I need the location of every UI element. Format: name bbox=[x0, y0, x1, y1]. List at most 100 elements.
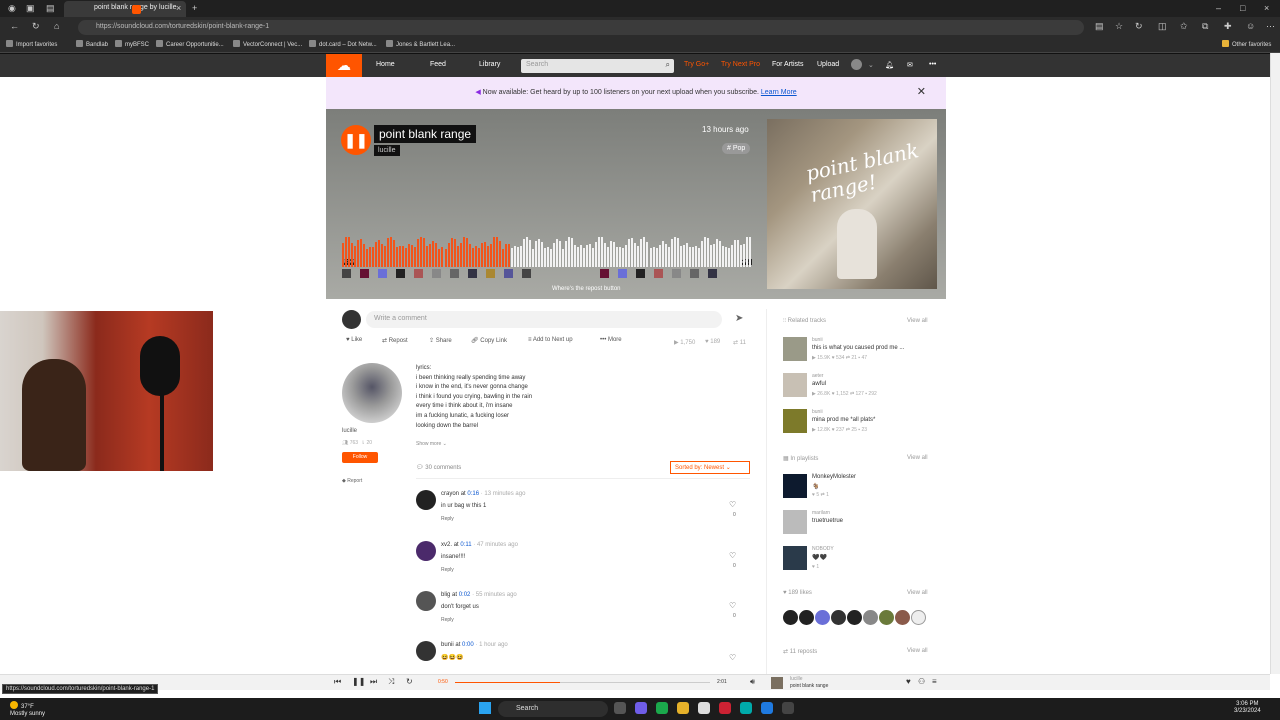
user-avatar[interactable] bbox=[851, 59, 862, 70]
artist-avatar[interactable] bbox=[342, 363, 402, 423]
commenter-name[interactable]: blig bbox=[441, 592, 450, 598]
volume-icon[interactable]: 🔊︎ bbox=[750, 677, 755, 687]
likes-view-all-link[interactable]: View all bbox=[907, 590, 928, 596]
soundcloud-logo-icon[interactable]: ☁ bbox=[326, 54, 362, 77]
report-link[interactable]: ◆ Report bbox=[342, 478, 362, 484]
shuffle-icon[interactable]: ⤨ bbox=[388, 677, 394, 687]
waveform-commenter-avatar[interactable] bbox=[414, 269, 423, 278]
liker-avatar[interactable] bbox=[815, 610, 830, 625]
next-icon[interactable]: ⏭︎ bbox=[370, 677, 377, 687]
nav-upload[interactable]: Upload bbox=[817, 61, 839, 68]
pause-button[interactable]: ❚❚ bbox=[341, 125, 371, 155]
liker-avatar[interactable] bbox=[911, 610, 926, 625]
bookmark-bandlab[interactable]: Bandlab bbox=[76, 40, 108, 48]
liker-avatar[interactable] bbox=[783, 610, 798, 625]
weather-widget[interactable]: 37°F Mostly sunny bbox=[10, 701, 45, 718]
maximize-icon[interactable]: □ bbox=[1240, 3, 1245, 13]
active-tab[interactable]: point blank range by lucille bbox=[64, 1, 186, 17]
related-view-all-link[interactable]: View all bbox=[907, 318, 928, 324]
taskbar-clock[interactable]: 3:06 PM 3/23/2024 bbox=[1234, 701, 1261, 715]
split-screen-icon[interactable]: ◫ bbox=[1158, 21, 1167, 32]
profile-avatar-icon[interactable]: ☺ bbox=[1246, 21, 1255, 31]
waveform-commenter-avatar[interactable] bbox=[522, 269, 531, 278]
back-icon[interactable]: ← bbox=[10, 21, 19, 31]
commenter-avatar[interactable] bbox=[416, 490, 436, 510]
liker-avatar[interactable] bbox=[895, 610, 910, 625]
chrome-icon[interactable] bbox=[656, 702, 668, 714]
read-aloud-icon[interactable]: ▤ bbox=[1095, 21, 1104, 32]
related-track-item[interactable]: aeter awful ▶ 26.8K ♥ 1,152 ⇄ 127 ▪ 292 bbox=[783, 373, 943, 401]
comment-like-icon[interactable]: ♡ bbox=[729, 653, 736, 662]
commenter-avatar[interactable] bbox=[416, 641, 436, 661]
waveform-commenter-avatar[interactable] bbox=[468, 269, 477, 278]
playlists-view-all-link[interactable]: View all bbox=[907, 455, 928, 461]
waveform-commenter-avatar[interactable] bbox=[432, 269, 441, 278]
nav-library[interactable]: Library bbox=[479, 61, 500, 68]
player-title[interactable]: point blank range bbox=[790, 683, 828, 689]
new-tab-icon[interactable]: + bbox=[192, 3, 197, 13]
profile-icon[interactable]: ◉ bbox=[8, 3, 16, 14]
comment-like-icon[interactable]: ♡ bbox=[729, 551, 736, 560]
messages-icon[interactable]: ✉ bbox=[907, 61, 913, 69]
related-track-item[interactable]: bunii this is what you caused prod me ..… bbox=[783, 337, 943, 365]
add-to-next-up-button[interactable]: ≡ Add to Next up bbox=[528, 337, 573, 343]
close-banner-icon[interactable]: ✕ bbox=[917, 85, 926, 98]
comment-like-icon[interactable]: ♡ bbox=[729, 500, 736, 509]
favorite-star-icon[interactable]: ☆ bbox=[1115, 21, 1123, 32]
pause-icon[interactable]: ❚❚ bbox=[352, 677, 365, 686]
tab-actions-icon[interactable]: ▤ bbox=[46, 3, 55, 14]
bookmark-jones[interactable]: Jones & Bartlett Lea... bbox=[386, 40, 455, 48]
nav-feed[interactable]: Feed bbox=[430, 61, 446, 68]
waveform-commenter-avatar[interactable] bbox=[342, 269, 351, 278]
commenter-avatar[interactable] bbox=[416, 541, 436, 561]
app-icon-3[interactable] bbox=[782, 702, 794, 714]
comment-timestamp[interactable]: 0:11 bbox=[460, 542, 471, 548]
bookmark-dotcard[interactable]: dot.card – Dot Netw... bbox=[309, 40, 377, 48]
repeat-icon[interactable]: ↻ bbox=[406, 677, 413, 686]
commenter-name[interactable]: xv2. bbox=[441, 542, 452, 548]
edge-icon[interactable] bbox=[761, 702, 773, 714]
reply-link[interactable]: Reply bbox=[441, 567, 454, 573]
copy-link-button[interactable]: 🔗︎ Copy Link bbox=[471, 337, 507, 344]
nav-for-artists[interactable]: For Artists bbox=[772, 61, 804, 68]
comment-input[interactable]: Write a comment bbox=[366, 311, 722, 328]
commenter-name[interactable]: crayon bbox=[441, 491, 459, 497]
comments-sort-select[interactable]: Sorted by: Newest ⌄ bbox=[670, 461, 750, 474]
search-input[interactable]: Search ⌕ bbox=[521, 59, 674, 73]
playlist-item[interactable]: marilarn truetruetrue bbox=[783, 510, 943, 538]
share-button[interactable]: ⇪ Share bbox=[429, 337, 452, 344]
commenter-name[interactable]: bunii bbox=[441, 642, 454, 648]
send-comment-icon[interactable]: ➤ bbox=[735, 313, 743, 324]
search-icon[interactable]: ⌕ bbox=[666, 60, 670, 70]
related-track-item[interactable]: bunii mina prod me *all plats* ▶ 12.8K ♥… bbox=[783, 409, 943, 437]
follow-button[interactable]: Follow bbox=[342, 452, 378, 463]
reply-link[interactable]: Reply bbox=[441, 617, 454, 623]
learn-more-link[interactable]: Learn More bbox=[761, 89, 797, 96]
comment-timestamp[interactable]: 0:16 bbox=[467, 491, 479, 497]
bookmark-mybfsc[interactable]: myBFSC bbox=[115, 40, 149, 48]
extensions-icon[interactable]: ✚ bbox=[1224, 21, 1232, 32]
waveform-commenter-avatar[interactable] bbox=[450, 269, 459, 278]
like-button[interactable]: ♥ Like bbox=[346, 337, 362, 343]
waveform-commenter-avatar[interactable] bbox=[636, 269, 645, 278]
url-field[interactable]: https://soundcloud.com/torturedskin/poin… bbox=[78, 20, 1084, 35]
playlist-item[interactable]: NOBODY 🖤🖤 ♥ 1 bbox=[783, 546, 943, 574]
liker-avatar[interactable] bbox=[863, 610, 878, 625]
bookmark-career[interactable]: Career Opportunitie... bbox=[156, 40, 224, 48]
liker-avatar[interactable] bbox=[879, 610, 894, 625]
bookmark-import[interactable]: Import favorites bbox=[6, 40, 57, 48]
waveform-commenter-avatar[interactable] bbox=[708, 269, 717, 278]
player-progress-bar[interactable] bbox=[455, 682, 710, 683]
workspaces-icon[interactable]: ▣ bbox=[26, 3, 35, 14]
minimize-icon[interactable]: – bbox=[1216, 3, 1221, 13]
reposts-view-all-link[interactable]: View all bbox=[907, 648, 928, 654]
waveform-commenter-avatar[interactable] bbox=[360, 269, 369, 278]
collections-icon[interactable]: ⧉ bbox=[1202, 21, 1208, 32]
notifications-bell-icon[interactable]: 🔔︎ bbox=[885, 61, 894, 69]
comment-timestamp[interactable]: 0:02 bbox=[459, 592, 471, 598]
comment-like-icon[interactable]: ♡ bbox=[729, 601, 736, 610]
file-explorer-icon[interactable] bbox=[677, 702, 689, 714]
windows-start-icon[interactable] bbox=[479, 702, 491, 714]
repost-button[interactable]: ⇄ Repost bbox=[382, 337, 408, 344]
waveform-commenter-avatar[interactable] bbox=[672, 269, 681, 278]
